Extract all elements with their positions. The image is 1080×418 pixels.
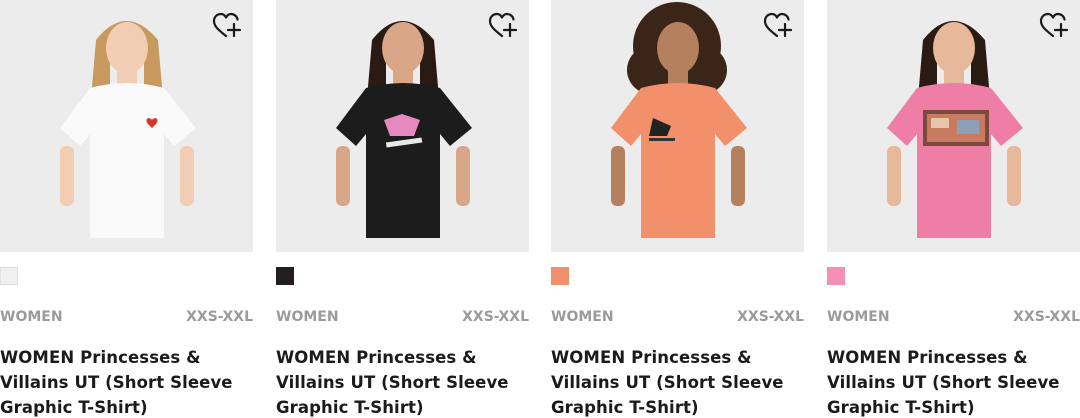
product-meta: WOMEN XXS-XXL [0,309,253,327]
product-size-range: XXS-XXL [1013,309,1080,325]
color-swatch[interactable] [0,267,18,285]
color-swatch[interactable] [551,267,569,285]
color-swatch[interactable] [276,267,294,285]
heart-plus-icon[interactable] [762,10,794,42]
product-size-range: XXS-XXL [186,309,253,325]
heart-plus-icon[interactable] [487,10,519,42]
product-size-range: XXS-XXL [737,309,804,325]
product-grid: WOMEN XXS-XXL WOMEN Princesses & Villain… [0,0,1080,418]
heart-plus-icon[interactable] [211,10,243,42]
product-card[interactable]: WOMEN XXS-XXL WOMEN Princesses & Villain… [551,0,804,418]
product-title[interactable]: WOMEN Princesses & Villains UT (Short Sl… [0,345,253,418]
product-card[interactable]: WOMEN XXS-XXL WOMEN Princesses & Villain… [827,0,1080,418]
product-meta: WOMEN XXS-XXL [276,309,529,327]
product-title[interactable]: WOMEN Princesses & Villains UT (Short Sl… [276,345,529,418]
product-gender: WOMEN [276,309,339,325]
product-meta: WOMEN XXS-XXL [551,309,804,327]
product-card[interactable]: WOMEN XXS-XXL WOMEN Princesses & Villain… [276,0,529,418]
product-gender: WOMEN [551,309,614,325]
product-title[interactable]: WOMEN Princesses & Villains UT (Short Sl… [551,345,804,418]
heart-plus-icon[interactable] [1038,10,1070,42]
product-title[interactable]: WOMEN Princesses & Villains UT (Short Sl… [827,345,1080,418]
product-meta: WOMEN XXS-XXL [827,309,1080,327]
product-size-range: XXS-XXL [462,309,529,325]
product-card[interactable]: WOMEN XXS-XXL WOMEN Princesses & Villain… [0,0,253,418]
product-gender: WOMEN [0,309,63,325]
color-swatch[interactable] [827,267,845,285]
product-gender: WOMEN [827,309,890,325]
